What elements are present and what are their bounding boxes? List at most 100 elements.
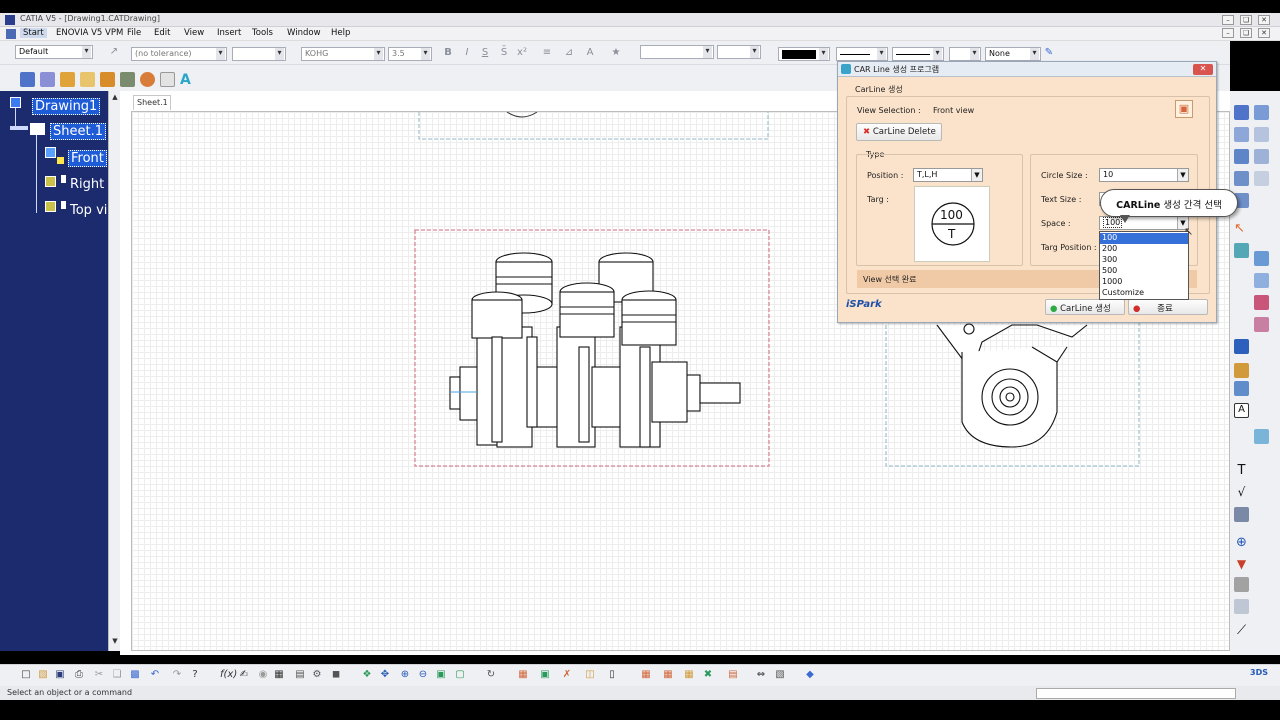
point-combo[interactable] [949, 47, 981, 61]
dimensions-icon[interactable] [1234, 339, 1249, 354]
select-icon[interactable]: ↖ [1234, 221, 1249, 236]
print-icon[interactable]: ⎙ [73, 669, 85, 681]
geometry-icon[interactable] [160, 72, 175, 87]
text-frame-icon[interactable]: A [584, 47, 596, 59]
tree-sheet[interactable]: Sheet.1 [50, 123, 106, 140]
paste-icon[interactable]: ▩ [129, 669, 141, 681]
dim-combo-2[interactable] [717, 45, 761, 59]
line-icon[interactable]: ⟋ [1234, 623, 1249, 638]
menu-window[interactable]: Window [287, 28, 321, 38]
color-combo[interactable] [778, 47, 830, 61]
superscript-icon[interactable]: x² [516, 47, 528, 59]
annotation-icon[interactable] [120, 72, 135, 87]
menu-file[interactable]: File [127, 28, 141, 38]
tree-view-top[interactable]: Top vi [70, 203, 107, 218]
grid-toggle-icon[interactable]: ▦ [517, 669, 529, 681]
menu-help[interactable]: Help [331, 28, 350, 38]
dress-up-icon[interactable] [140, 72, 155, 87]
clipping-view-icon[interactable] [1234, 149, 1249, 164]
zoom-in-icon[interactable]: ⊕ [399, 669, 411, 681]
macro-icon[interactable]: ◼ [330, 669, 342, 681]
space-option[interactable]: Customize [1100, 288, 1188, 299]
doc-minimize-icon[interactable]: – [1222, 28, 1234, 38]
paint-brush-icon[interactable]: ✎ [1043, 47, 1055, 59]
insert-symbol-icon[interactable]: ★ [610, 47, 622, 59]
space-option[interactable]: 200 [1100, 244, 1188, 255]
lock-icon[interactable]: ▧ [774, 669, 786, 681]
dress-up-display-icon[interactable]: ▤ [727, 669, 739, 681]
dialog-close-icon[interactable]: ✕ [1193, 64, 1213, 75]
pan-icon[interactable]: ✥ [379, 669, 391, 681]
exit-button[interactable]: ● 종료 [1128, 299, 1208, 315]
power-input[interactable] [1036, 688, 1236, 699]
position-select[interactable]: T,L,H ▼ [913, 168, 983, 182]
wizard-icon[interactable] [1234, 171, 1249, 186]
snap-icon[interactable] [1254, 295, 1269, 310]
catalog-icon[interactable]: ▤ [294, 669, 306, 681]
grid-icon[interactable] [1254, 273, 1269, 288]
scroll-down-icon[interactable]: ▼ [110, 637, 120, 647]
strikethrough-icon[interactable]: S̄ [498, 47, 510, 59]
drawing-icon[interactable] [20, 72, 35, 87]
formula-icon[interactable]: f(x) [220, 669, 237, 681]
space-option[interactable]: 1000 [1100, 277, 1188, 288]
close-icon[interactable]: ✕ [1258, 15, 1270, 25]
thread-icon[interactable] [1234, 577, 1249, 592]
constraint-icon[interactable] [1254, 251, 1269, 266]
view-from-3d-icon[interactable] [1234, 105, 1249, 120]
dim-combo-1[interactable] [640, 45, 714, 59]
tolerance-icon[interactable] [1234, 381, 1249, 396]
tree-drawing[interactable]: Drawing1 [32, 98, 101, 115]
menu-enovia[interactable]: ENOVIA V5 VPM [56, 28, 123, 38]
minimize-icon[interactable]: – [1222, 15, 1234, 25]
broken-view-icon[interactable] [1254, 149, 1269, 164]
circle-size-select[interactable]: 10 ▼ [1099, 168, 1189, 182]
detail-view-icon[interactable] [1254, 127, 1269, 142]
tolerance-combo[interactable]: (no tolerance) [131, 47, 227, 61]
menu-view[interactable]: View [184, 28, 204, 38]
section-view-icon[interactable] [1234, 127, 1249, 142]
text-insert-icon[interactable]: T [1234, 463, 1249, 478]
italic-icon[interactable]: I [461, 47, 473, 59]
table-icon[interactable] [1254, 429, 1269, 444]
sheet-background-icon[interactable]: ▯ [606, 669, 618, 681]
space-option[interactable]: 300 [1100, 255, 1188, 266]
measure-icon[interactable]: ⚙ [311, 669, 323, 681]
undo-icon[interactable]: ↶ [149, 669, 161, 681]
linestyle-combo[interactable] [892, 47, 944, 61]
sheet-icon[interactable] [40, 72, 55, 87]
generation-icon[interactable] [100, 72, 115, 87]
dimension-icon[interactable]: ↗ [108, 46, 120, 58]
tools-palette-icon[interactable]: ✖ [702, 669, 714, 681]
tree-view-front[interactable]: Front [68, 150, 107, 167]
normal-view-icon[interactable]: ▣ [435, 669, 447, 681]
projection-icon[interactable] [1254, 105, 1269, 120]
menu-tools[interactable]: Tools [252, 28, 273, 38]
weld-icon[interactable] [1234, 507, 1249, 522]
space-select[interactable]: 100 ▼ [1099, 216, 1189, 230]
redo-icon[interactable]: ↷ [171, 669, 183, 681]
dimension-properties-icon[interactable] [1234, 363, 1249, 378]
table-editor-icon[interactable]: ▦ [273, 669, 285, 681]
cut-icon[interactable]: ✂ [93, 669, 105, 681]
copy-icon[interactable]: ❏ [111, 669, 123, 681]
dimension-system-icon[interactable]: ✗ [561, 669, 573, 681]
sketch-icon[interactable]: ▣ [539, 669, 551, 681]
position-icon[interactable]: ⇔ [755, 669, 767, 681]
centerline-icon[interactable]: ▼ [1234, 557, 1249, 572]
menu-edit[interactable]: Edit [154, 28, 170, 38]
doc-restore-icon[interactable]: ❏ [1240, 28, 1252, 38]
fit-all-icon[interactable]: ❖ [361, 669, 373, 681]
save-icon[interactable]: ▣ [54, 669, 66, 681]
roughness-icon[interactable]: √ [1234, 485, 1249, 500]
scroll-up-icon[interactable]: ▲ [110, 93, 120, 103]
carline-delete-button[interactable]: ✖ CarLine Delete [856, 123, 942, 141]
new-icon[interactable]: □ [20, 669, 32, 681]
carline-create-button[interactable]: ● CarLine 생성 [1045, 299, 1125, 315]
analysis-display-icon[interactable]: ▦ [683, 669, 695, 681]
underline-icon[interactable]: S [479, 47, 491, 59]
knowledge-icon[interactable]: ◉ [257, 669, 269, 681]
tree-view-right[interactable]: Right [70, 177, 104, 192]
style-combo[interactable]: Default [15, 45, 93, 59]
show-constraints-icon[interactable]: ▦ [640, 669, 652, 681]
